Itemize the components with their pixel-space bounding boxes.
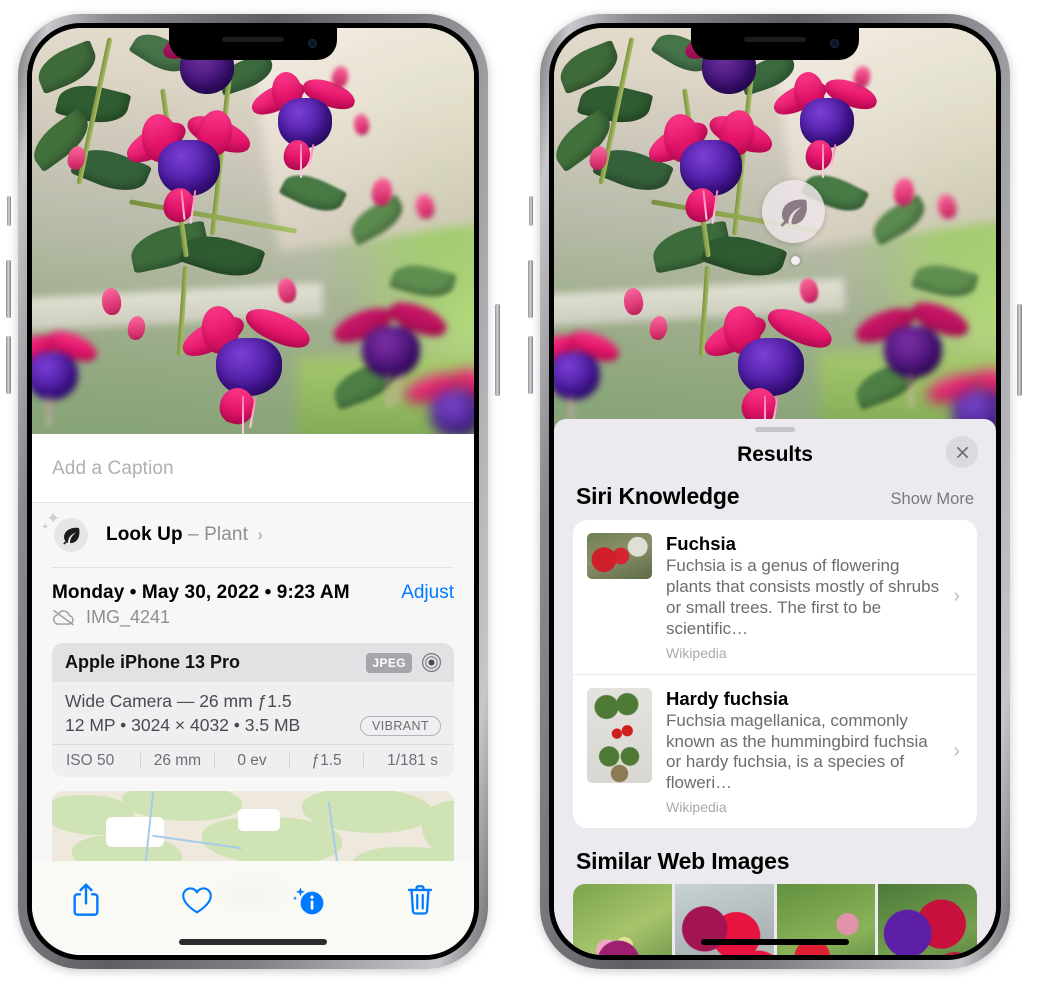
fuchsia-flower <box>177 300 320 440</box>
fuchsia-flower <box>121 104 255 229</box>
file-row: IMG_4241 <box>52 607 454 639</box>
fuchsia-flower <box>554 320 624 430</box>
fuchsia-flower <box>769 70 882 190</box>
cloud-slash-icon <box>52 609 75 626</box>
result-source: Wikipedia <box>666 644 727 661</box>
exif-body: Wide Camera — 26 mm ƒ1.5 12 MP • 3024 × … <box>52 682 454 744</box>
image-specs: 12 MP • 3024 × 4032 • 3.5 MB <box>65 715 301 735</box>
mute-switch[interactable] <box>7 196 11 226</box>
exif-header-badges: JPEG <box>366 652 442 673</box>
share-icon[interactable] <box>64 878 108 922</box>
fuchsia-photo[interactable] <box>32 28 474 498</box>
list-item-body: Fuchsia Fuchsia is a genus of flowering … <box>666 533 939 661</box>
exif-shutter: 1/181 s <box>387 752 438 769</box>
exif-ev: 0 ev <box>237 752 267 769</box>
look-up-row[interactable]: ✦ ✦ Look Up – Plant › <box>32 502 474 567</box>
home-indicator[interactable] <box>179 939 327 945</box>
show-more-button[interactable]: Show More <box>891 490 974 509</box>
exif-specs-row: 12 MP • 3024 × 4032 • 3.5 MB VIBRANT <box>65 715 441 736</box>
result-description: Fuchsia is a genus of flowering plants t… <box>666 556 940 638</box>
exif-aperture: ƒ1.5 <box>311 752 342 769</box>
fuchsia-flower <box>247 70 360 190</box>
file-name: IMG_4241 <box>86 607 171 627</box>
trash-icon[interactable] <box>398 878 442 922</box>
format-badge: JPEG <box>366 652 412 673</box>
similar-web-images-title: Similar Web Images <box>576 848 790 875</box>
screenshot-stage: Add a Caption ✦ ✦ Look Up – Plant › Mond… <box>0 0 1055 985</box>
list-item[interactable]: Fuchsia Fuchsia is a genus of flowering … <box>573 520 977 674</box>
chevron-right-icon: › <box>953 739 960 762</box>
device-bezel: Results Siri Knowledge Show More Fuchsia… <box>549 23 1001 960</box>
exif-settings-row: ISO 50 26 mm 0 ev ƒ1.5 1/181 s <box>52 744 454 777</box>
web-image-1[interactable] <box>573 884 672 955</box>
list-item[interactable]: Hardy fuchsia Fuchsia magellanica, commo… <box>573 673 977 829</box>
caption-input[interactable]: Add a Caption <box>32 434 474 502</box>
lens-info: Wide Camera — 26 mm ƒ1.5 <box>65 691 292 711</box>
web-image-4[interactable] <box>878 884 977 955</box>
siri-knowledge-header: Siri Knowledge Show More <box>554 483 996 520</box>
capture-date: Monday • May 30, 2022 • 9:23 AM <box>52 582 350 603</box>
volume-up-button[interactable] <box>528 260 533 318</box>
close-icon[interactable] <box>946 436 978 468</box>
look-up-title: Look Up <box>106 524 183 545</box>
device-name: Apple iPhone 13 Pro <box>65 652 241 672</box>
result-description: Fuchsia magellanica, commonly known as t… <box>666 710 928 793</box>
front-camera <box>308 39 317 48</box>
results-title: Results <box>737 443 813 466</box>
home-indicator[interactable] <box>701 939 849 945</box>
visual-look-up-results-screen: Results Siri Knowledge Show More Fuchsia… <box>554 28 996 955</box>
result-title: Fuchsia <box>666 533 736 554</box>
visual-look-up-badge[interactable] <box>762 180 825 243</box>
style-badge: VIBRANT <box>360 715 441 736</box>
look-up-subject: Plant <box>204 524 248 545</box>
fuchsia-thumbnail <box>587 533 652 579</box>
heart-icon[interactable] <box>175 878 219 922</box>
look-up-dash: – <box>188 524 199 545</box>
visual-look-up-anchor-dot <box>791 256 800 265</box>
device-bezel: Add a Caption ✦ ✦ Look Up – Plant › Mond… <box>27 23 479 960</box>
look-up-label: Look Up – Plant › <box>106 524 263 546</box>
notch <box>169 28 337 60</box>
results-header: Results <box>554 432 996 483</box>
leaf-icon: ✦ ✦ <box>41 510 88 552</box>
chevron-right-icon: › <box>953 585 960 608</box>
earpiece-speaker <box>744 37 806 42</box>
fuchsia-flower <box>643 104 777 229</box>
results-sheet: Results Siri Knowledge Show More Fuchsia… <box>554 419 996 955</box>
siri-knowledge-card: Fuchsia Fuchsia is a genus of flowering … <box>573 520 977 829</box>
sparkle-icon-small: ✦ <box>41 522 50 533</box>
adjust-button[interactable]: Adjust <box>401 582 454 604</box>
similar-web-images-header: Similar Web Images <box>554 828 996 884</box>
mute-switch[interactable] <box>529 196 533 226</box>
fuchsia-flower <box>32 320 102 430</box>
hardy-fuchsia-thumbnail <box>587 687 652 783</box>
photo-detail-screen: Add a Caption ✦ ✦ Look Up – Plant › Mond… <box>32 28 474 955</box>
result-title: Hardy fuchsia <box>666 687 789 709</box>
result-source: Wikipedia <box>666 799 727 816</box>
photo-info-sheet: Add a Caption ✦ ✦ Look Up – Plant › Mond… <box>32 434 474 955</box>
notch <box>691 28 859 60</box>
date-row: Monday • May 30, 2022 • 9:23 AM Adjust <box>52 568 454 607</box>
photo-metadata: Monday • May 30, 2022 • 9:23 AM Adjust I… <box>32 567 474 639</box>
earpiece-speaker <box>222 37 284 42</box>
exif-iso: ISO 50 <box>66 752 115 769</box>
list-item-body: Hardy fuchsia Fuchsia magellanica, commo… <box>666 688 939 816</box>
siri-knowledge-title: Siri Knowledge <box>576 483 740 509</box>
volume-down-button[interactable] <box>528 336 533 394</box>
exif-focal: 26 mm <box>153 752 202 769</box>
power-button[interactable] <box>495 304 500 396</box>
exif-header: Apple iPhone 13 Pro JPEG <box>52 643 454 682</box>
exif-card: Apple iPhone 13 Pro JPEG Wide Camera — 2… <box>52 643 454 777</box>
iphone-left-device: Add a Caption ✦ ✦ Look Up – Plant › Mond… <box>6 14 500 969</box>
volume-up-button[interactable] <box>6 260 11 318</box>
map-road <box>238 809 280 831</box>
volume-down-button[interactable] <box>6 336 11 394</box>
power-button[interactable] <box>1017 304 1022 396</box>
map-road <box>106 817 164 847</box>
raw-target-icon <box>421 652 442 673</box>
front-camera <box>830 39 839 48</box>
iphone-right-device: Results Siri Knowledge Show More Fuchsia… <box>528 14 1022 969</box>
chevron-right-icon: › <box>257 525 264 544</box>
info-sparkle-icon[interactable] <box>287 878 331 922</box>
